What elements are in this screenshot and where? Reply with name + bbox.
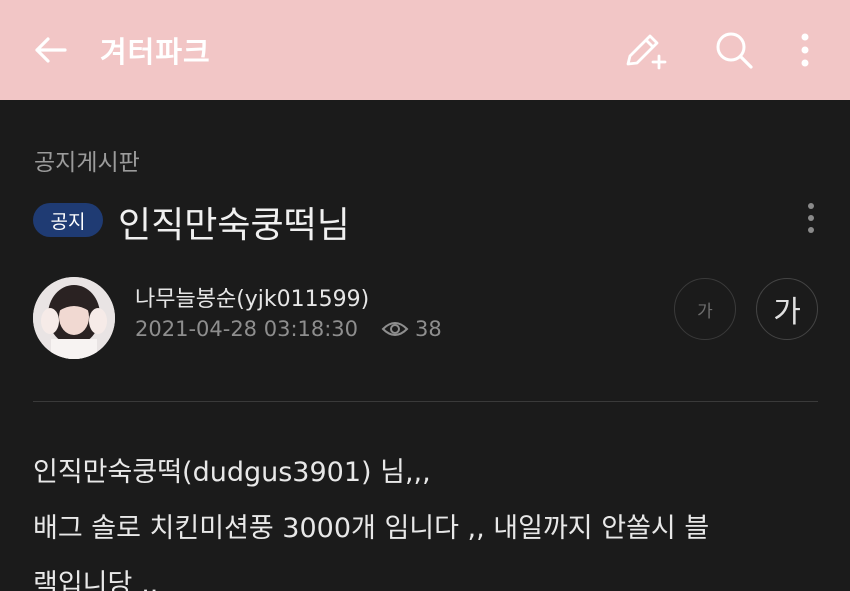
font-size-decrease-button[interactable]: 가 (674, 278, 736, 340)
font-size-increase-button[interactable]: 가 (756, 278, 818, 340)
search-icon (716, 32, 753, 69)
back-arrow-icon (35, 37, 67, 63)
divider (33, 401, 818, 402)
post-date: 2021-04-28 03:18:30 (135, 317, 359, 341)
post-more-button[interactable] (800, 200, 822, 236)
post-title: 인직만숙쿵떡님 (118, 205, 350, 246)
notice-badge: 공지 (33, 203, 103, 237)
author-name[interactable]: 나무늘봉순(yjk011599) (135, 281, 369, 313)
top-app-bar: 겨터파크 (0, 0, 850, 100)
view-count: 38 (415, 317, 442, 341)
content-line: 인직만숙쿵떡(dudgus3901) 님,,, (33, 457, 431, 488)
pencil-plus-icon (626, 34, 667, 70)
back-button[interactable] (30, 32, 70, 68)
content-line: 랙입니당 ,, (33, 569, 159, 591)
post-content: 인직만숙쿵떡(dudgus3901) 님,,, 배그 솔로 치킨미션풍 3000… (33, 445, 833, 591)
avatar-photo (33, 277, 115, 359)
write-post-button[interactable] (620, 28, 670, 72)
more-vertical-icon (808, 203, 814, 233)
search-button[interactable] (710, 28, 758, 72)
author-avatar[interactable] (33, 277, 115, 359)
more-menu-button[interactable] (790, 28, 820, 72)
content-line: 배그 솔로 치킨미션풍 3000개 임니다 ,, 내일까지 안쏠시 블 (33, 513, 710, 544)
board-name-link[interactable]: 공지게시판 (34, 143, 140, 177)
view-count-eye-icon (381, 322, 409, 336)
more-vertical-icon (801, 33, 809, 67)
cafe-title: 겨터파크 (100, 35, 211, 69)
